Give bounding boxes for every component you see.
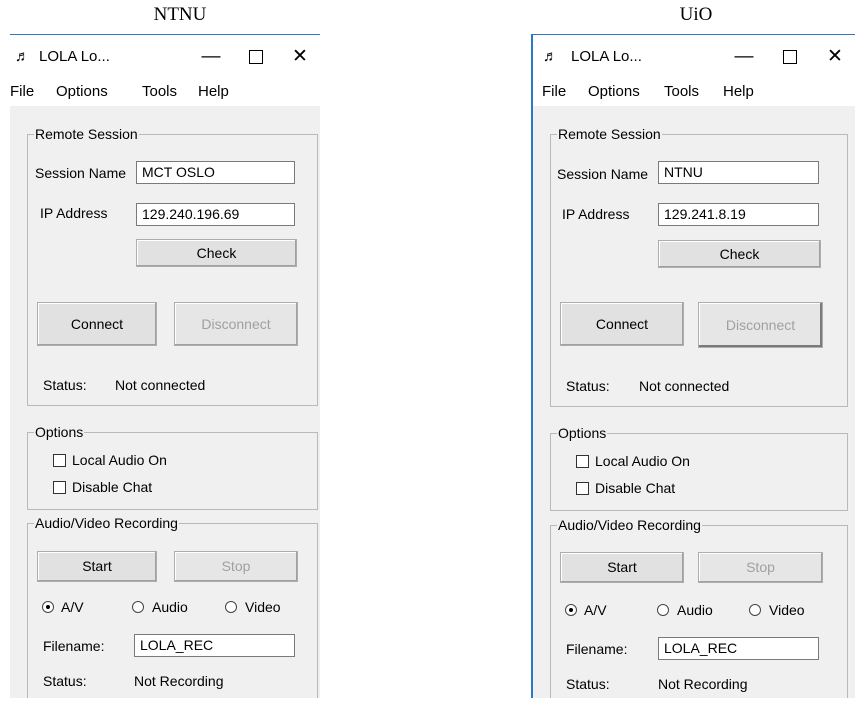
local-audio-checkbox[interactable]: [576, 455, 589, 468]
status-label: Status:: [43, 377, 87, 393]
av-radio[interactable]: [42, 601, 54, 613]
group-title: Audio/Video Recording: [557, 517, 702, 534]
filename-input[interactable]: LOLA_REC: [658, 637, 819, 660]
audio-radio[interactable]: [657, 604, 669, 616]
menu-bar: File Options Tools Help: [533, 78, 855, 106]
menu-file[interactable]: File: [10, 83, 34, 100]
recording-status-label: Status:: [566, 676, 610, 692]
group-title: Remote Session: [34, 126, 139, 143]
stop-recording-button[interactable]: Stop: [698, 552, 823, 583]
group-title: Audio/Video Recording: [34, 515, 179, 532]
connect-button[interactable]: Connect: [560, 302, 684, 346]
status-label: Status:: [566, 378, 610, 394]
local-audio-label: Local Audio On: [595, 453, 690, 469]
window-title: LOLA Lo...: [39, 48, 110, 65]
music-note-icon: ♬: [15, 48, 30, 65]
group-title: Options: [34, 424, 85, 441]
local-audio-checkbox[interactable]: [53, 454, 66, 467]
lola-window-uio: ♬ LOLA Lo... — ✕ File Options Tools Help…: [531, 34, 855, 698]
remote-session-group: Remote Session Session Name MCT OSLO IP …: [27, 126, 318, 406]
connect-button[interactable]: Connect: [37, 302, 157, 346]
av-radio[interactable]: [565, 604, 577, 616]
recording-group: Audio/Video Recording Start Stop A/V Aud…: [27, 515, 318, 698]
minimize-icon[interactable]: —: [728, 43, 760, 71]
session-name-label: Session Name: [557, 166, 649, 182]
audio-radio[interactable]: [132, 601, 144, 613]
options-group: Options Local Audio On Disable Chat: [27, 424, 318, 510]
session-name-input[interactable]: NTNU: [658, 161, 819, 184]
local-audio-label: Local Audio On: [72, 452, 167, 468]
disable-chat-checkbox[interactable]: [53, 481, 66, 494]
recording-group: Audio/Video Recording Start Stop A/V Aud…: [550, 517, 848, 698]
recording-status-label: Status:: [43, 673, 87, 689]
video-radio-label: Video: [245, 599, 281, 615]
av-radio-label: A/V: [61, 599, 84, 615]
video-radio-label: Video: [769, 602, 805, 618]
recording-status-value: Not Recording: [134, 673, 224, 689]
filename-label: Filename:: [43, 638, 105, 654]
audio-radio-label: Audio: [152, 599, 188, 615]
start-recording-button[interactable]: Start: [37, 551, 157, 582]
maximize-icon[interactable]: [774, 43, 806, 71]
av-radio-label: A/V: [584, 602, 607, 618]
title-bar: ♬ LOLA Lo... — ✕: [533, 35, 855, 78]
menu-help[interactable]: Help: [723, 83, 754, 100]
menu-options[interactable]: Options: [588, 83, 640, 100]
caption-ntnu: NTNU: [153, 4, 207, 25]
video-radio[interactable]: [225, 601, 237, 613]
menu-tools[interactable]: Tools: [142, 83, 177, 100]
group-title: Options: [557, 425, 608, 442]
stop-recording-button[interactable]: Stop: [174, 551, 298, 582]
menu-file[interactable]: File: [542, 83, 566, 100]
disable-chat-label: Disable Chat: [72, 479, 153, 495]
session-name-label: Session Name: [35, 165, 127, 181]
options-group: Options Local Audio On Disable Chat: [550, 425, 848, 511]
ip-address-label: IP Address: [562, 206, 630, 222]
recording-status-value: Not Recording: [658, 676, 748, 692]
audio-radio-label: Audio: [677, 602, 713, 618]
connection-status-value: Not connected: [115, 377, 206, 393]
close-icon[interactable]: ✕: [284, 43, 316, 71]
connection-status-value: Not connected: [639, 378, 730, 394]
menu-bar: File Options Tools Help: [10, 78, 320, 106]
music-note-icon: ♬: [543, 48, 558, 65]
disable-chat-checkbox[interactable]: [576, 482, 589, 495]
ip-address-input[interactable]: 129.240.196.69: [136, 203, 295, 226]
check-button[interactable]: Check: [136, 239, 297, 267]
minimize-icon[interactable]: —: [195, 43, 227, 71]
title-bar: ♬ LOLA Lo... — ✕: [10, 35, 320, 78]
menu-tools[interactable]: Tools: [664, 83, 699, 100]
ip-address-input[interactable]: 129.241.8.19: [658, 203, 819, 226]
menu-help[interactable]: Help: [198, 83, 229, 100]
close-icon[interactable]: ✕: [819, 43, 851, 71]
filename-input[interactable]: LOLA_REC: [134, 634, 295, 657]
check-button[interactable]: Check: [658, 240, 821, 268]
start-recording-button[interactable]: Start: [560, 552, 684, 583]
filename-label: Filename:: [566, 641, 628, 657]
disconnect-button[interactable]: Disconnect: [174, 302, 298, 346]
disconnect-button[interactable]: Disconnect: [698, 302, 823, 348]
session-name-input[interactable]: MCT OSLO: [136, 161, 295, 184]
caption-uio: UiO: [679, 4, 713, 25]
menu-options[interactable]: Options: [56, 83, 108, 100]
disable-chat-label: Disable Chat: [595, 480, 676, 496]
video-radio[interactable]: [749, 604, 761, 616]
window-title: LOLA Lo...: [571, 48, 642, 65]
group-title: Remote Session: [557, 126, 662, 143]
maximize-icon[interactable]: [240, 43, 272, 71]
lola-window-ntnu: ♬ LOLA Lo... — ✕ File Options Tools Help…: [10, 34, 320, 698]
remote-session-group: Remote Session Session Name NTNU IP Addr…: [550, 126, 848, 407]
ip-address-label: IP Address: [40, 205, 108, 221]
